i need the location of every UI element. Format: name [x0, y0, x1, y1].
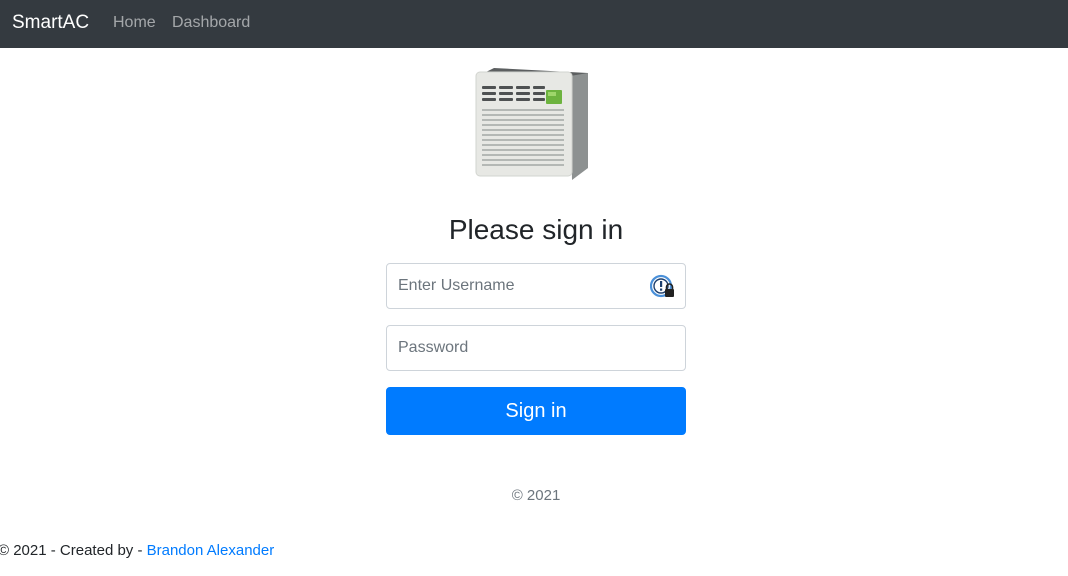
password-field-wrapper — [386, 325, 686, 371]
username-input[interactable] — [387, 264, 685, 308]
nav-link-home[interactable]: Home — [113, 13, 156, 33]
sign-in-button[interactable]: Sign in — [386, 387, 686, 435]
sign-in-heading: Please sign in — [448, 214, 624, 245]
copyright-text: © 2021 — [511, 487, 561, 504]
password-input[interactable] — [387, 326, 685, 370]
navbar-brand[interactable]: SmartAC — [12, 11, 89, 35]
author-link[interactable]: Brandon Alexander — [147, 542, 275, 559]
page-footer: © 2021 - Created by - Brandon Alexander — [0, 541, 274, 561]
footer-credit-text: © 2021 - Created by - — [0, 542, 147, 559]
username-field-wrapper — [386, 263, 686, 309]
air-conditioner-icon — [475, 68, 588, 180]
password-manager-icon[interactable] — [650, 274, 676, 300]
nav-link-dashboard[interactable]: Dashboard — [172, 13, 250, 33]
top-navbar: SmartAC Home Dashboard — [0, 0, 1068, 48]
